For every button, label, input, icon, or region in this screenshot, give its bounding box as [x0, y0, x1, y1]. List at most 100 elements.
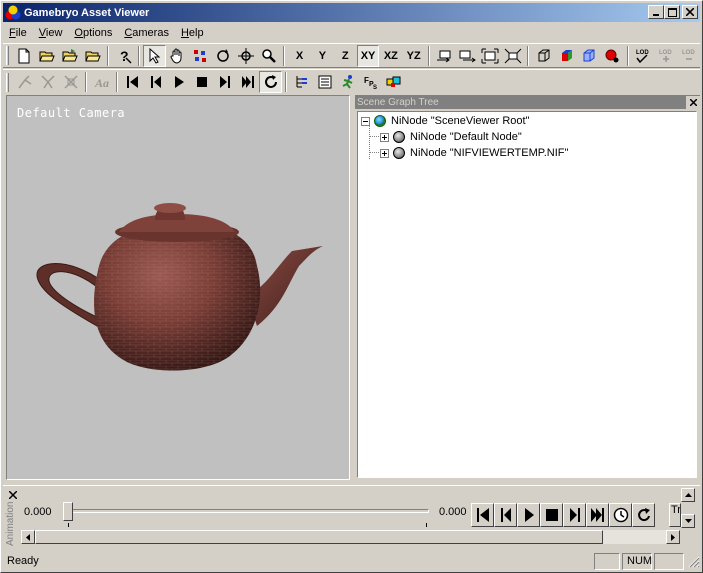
expand-toggle[interactable] — [380, 148, 389, 158]
end-time: 0.000 — [439, 506, 467, 518]
bone-tool-icon[interactable] — [13, 71, 36, 93]
animation-close-button[interactable] — [6, 488, 19, 501]
animation-label: Animation — [5, 501, 16, 546]
open-folder-icon[interactable] — [36, 45, 59, 67]
loop-icon[interactable] — [259, 71, 282, 93]
stats-icon[interactable] — [382, 71, 405, 93]
new-file-icon[interactable] — [13, 45, 36, 67]
scene-graph-close-button[interactable] — [686, 95, 700, 109]
anim-horizontal-scrollbar[interactable] — [21, 530, 680, 544]
skip-to-end-icon[interactable] — [236, 71, 259, 93]
scroll-thumb[interactable] — [35, 530, 603, 544]
open-folder-2-icon[interactable] — [81, 45, 104, 67]
lod-plus-icon[interactable]: LOD — [655, 45, 678, 67]
status-pane-caps — [594, 552, 620, 570]
scene-graph-tree[interactable]: NiNode "SceneViewer Root" NiNode "Defaul… — [357, 111, 697, 478]
anim-play-button[interactable] — [517, 503, 540, 527]
translate-icon[interactable] — [234, 45, 257, 67]
play-icon[interactable] — [167, 71, 190, 93]
axis-x-button[interactable]: X — [288, 45, 311, 67]
toolbar-grip[interactable] — [6, 46, 9, 65]
scroll-right-arrow-icon[interactable] — [666, 530, 680, 544]
anim-loop-button[interactable] — [632, 503, 655, 527]
stop-icon[interactable] — [190, 71, 213, 93]
animation-runner-icon[interactable] — [336, 71, 359, 93]
tree-node-label: NiNode "NIFVIEWERTEMP.NIF" — [410, 147, 569, 159]
scroll-down-arrow-icon[interactable] — [681, 514, 695, 528]
expand-toggle[interactable] — [380, 132, 389, 142]
menu-cameras[interactable]: Cameras — [118, 27, 175, 39]
lod-check-icon[interactable]: LOD — [632, 45, 655, 67]
step-forward-icon[interactable] — [213, 71, 236, 93]
resize-grip-icon[interactable] — [686, 554, 700, 568]
anim-skip-end-button[interactable] — [586, 503, 609, 527]
wireframe-cube-icon[interactable] — [532, 45, 555, 67]
camera-swap-icon[interactable] — [433, 45, 456, 67]
start-time: 0.000 — [24, 506, 52, 518]
maximize-button[interactable] — [664, 5, 680, 19]
rotate-icon[interactable] — [212, 45, 235, 67]
shaded-cube-icon[interactable] — [555, 45, 578, 67]
skeleton-tool-icon[interactable] — [36, 71, 59, 93]
time-slider-thumb[interactable] — [63, 502, 73, 521]
lod-minus-icon[interactable]: LOD — [677, 45, 700, 67]
zoom-all-icon[interactable] — [502, 45, 525, 67]
node-sphere-icon — [393, 147, 405, 159]
time-slider-track[interactable] — [67, 509, 429, 513]
step-back-icon[interactable] — [144, 71, 167, 93]
scene-graph-title: Scene Graph Tree — [357, 96, 439, 108]
scene-graph-panel: Scene Graph Tree NiNode "SceneViewer Roo… — [355, 95, 700, 480]
help-icon[interactable]: ? — [112, 45, 135, 67]
svg-text:LOD: LOD — [659, 50, 672, 56]
menu-help[interactable]: Help — [175, 27, 210, 39]
anim-vertical-scrollbar[interactable] — [681, 488, 695, 528]
menu-view[interactable]: View — [33, 27, 69, 39]
scroll-track[interactable] — [35, 530, 666, 544]
collapse-toggle[interactable] — [361, 116, 370, 126]
toolbar-separator — [428, 45, 431, 66]
close-button[interactable] — [682, 5, 698, 19]
skip-to-start-icon[interactable] — [121, 71, 144, 93]
pan-hand-icon[interactable] — [166, 45, 189, 67]
tree-node-root[interactable]: NiNode "SceneViewer Root" — [361, 113, 529, 129]
scene-tree-icon[interactable] — [290, 71, 313, 93]
axis-y-button[interactable]: Y — [311, 45, 334, 67]
anim-clock-button[interactable] — [609, 503, 632, 527]
tree-node-nif[interactable]: NiNode "NIFVIEWERTEMP.NIF" — [380, 145, 568, 161]
select-arrow-icon[interactable] — [143, 44, 166, 67]
toolbar-separator — [527, 45, 530, 66]
bounds-tool-icon[interactable] — [59, 71, 82, 93]
anim-skip-start-button[interactable] — [471, 503, 494, 527]
tree-connector — [369, 126, 370, 159]
track-selector[interactable]: Tr — [669, 503, 681, 527]
properties-list-icon[interactable] — [313, 71, 336, 93]
camera-next-icon[interactable] — [456, 45, 479, 67]
pane-splitter[interactable] — [351, 95, 354, 480]
anim-step-forward-button[interactable] — [563, 503, 586, 527]
menu-options[interactable]: Options — [68, 27, 118, 39]
toolbar-separator — [138, 45, 141, 66]
status-bar: Ready NUM — [3, 551, 700, 571]
zoom-extents-icon[interactable] — [479, 45, 502, 67]
anim-stop-button[interactable] — [540, 503, 563, 527]
text-tool-icon[interactable]: Aa — [90, 71, 113, 93]
menu-file[interactable]: File — [3, 27, 33, 39]
anim-step-back-button[interactable] — [494, 503, 517, 527]
blue-cube-icon[interactable] — [578, 45, 601, 67]
minimize-button[interactable] — [648, 5, 664, 19]
zoom-magnifier-icon[interactable] — [257, 45, 280, 67]
axis-yz-button[interactable]: YZ — [402, 45, 425, 67]
tree-node-default[interactable]: NiNode "Default Node" — [380, 129, 522, 145]
open-recent-folder-icon[interactable] — [59, 45, 82, 67]
fps-button[interactable]: FPS — [359, 71, 382, 93]
axis-z-button[interactable]: Z — [334, 45, 357, 67]
toolbar-grip[interactable] — [6, 72, 9, 92]
scroll-left-arrow-icon[interactable] — [21, 530, 35, 544]
scroll-up-arrow-icon[interactable] — [681, 488, 695, 502]
axis-xy-button[interactable]: XY — [356, 44, 380, 67]
title-bar[interactable]: Gamebryo Asset Viewer — [3, 3, 700, 22]
pick-object-icon[interactable] — [189, 45, 212, 67]
axis-xz-button[interactable]: XZ — [379, 45, 402, 67]
render-viewport[interactable]: Default Camera — [6, 95, 350, 480]
record-light-icon[interactable] — [601, 45, 624, 67]
